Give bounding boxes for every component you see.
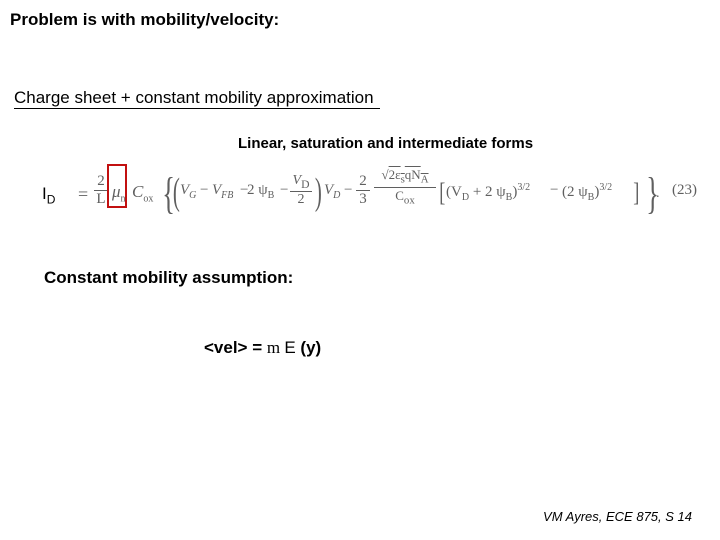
footer-credit: VM Ayres, ECE 875, S 14 — [543, 509, 692, 524]
e-field-symbol: E — [284, 338, 295, 357]
right-paren: ) — [315, 170, 322, 214]
psi-sub: B — [268, 190, 275, 201]
vd1-sym: V — [324, 182, 333, 198]
minus-5: − — [550, 182, 558, 199]
frac4-num: √2εsqNA — [374, 168, 436, 186]
v-g: VG — [180, 182, 196, 201]
frac1-den: L — [94, 192, 108, 207]
cox-sub: ox — [143, 193, 153, 204]
trailing-dot: . — [656, 186, 660, 202]
minus-4: − — [344, 182, 352, 199]
left-paren: ( — [173, 170, 180, 214]
equation-block: ID = 2 L μn Cox { ( VG − VFB − 2 ψB − VD… — [34, 162, 704, 226]
frac3-den: 3 — [356, 192, 370, 207]
id-d: D — [47, 192, 56, 206]
frac2-den: 2 — [290, 193, 312, 207]
subtitle-text: Charge sheet + constant mobility approxi… — [14, 88, 374, 108]
term-vd-2psib-32: (VD + 2 ψB)3/2 — [446, 182, 530, 203]
p1-exp: 3/2 — [517, 182, 530, 193]
subtitle-underline — [14, 108, 380, 109]
forms-caption: Linear, saturation and intermediate form… — [238, 135, 533, 152]
frac1-num: 2 — [94, 174, 108, 189]
slide: Problem is with mobility/velocity: Charg… — [0, 0, 720, 540]
vfb-sym: V — [212, 182, 221, 198]
assumption-heading: Constant mobility assumption: — [44, 268, 293, 288]
frac2-num: VD — [290, 174, 312, 190]
term-2psib-32: (2 ψB)3/2 — [562, 182, 612, 203]
frac4-bar — [374, 187, 436, 188]
vd1-sub: D — [333, 190, 340, 201]
v-d-outer: VD — [324, 182, 340, 201]
frac-2-over-L: 2 L — [94, 174, 108, 207]
c-ox: Cox — [132, 182, 153, 204]
vg-sub: G — [189, 190, 196, 201]
equation-23: = 2 L μn Cox { ( VG − VFB − 2 ψB − VD 2 … — [72, 162, 702, 226]
vd-sub: D — [301, 178, 309, 191]
frac4-den: Cox — [374, 189, 436, 206]
drain-current-symbol: ID — [42, 184, 55, 206]
two-psi-b-1: 2 ψB — [247, 182, 274, 201]
frac3-num: 2 — [356, 174, 370, 189]
frac-sqrt-over-cox: √2εsqNA Cox — [374, 168, 436, 207]
vd-sym: V — [293, 173, 302, 188]
minus-3: − — [280, 182, 288, 199]
two-psi: 2 ψ — [247, 182, 268, 198]
p2-exp: 3/2 — [599, 182, 612, 193]
cox-sym: C — [132, 182, 143, 201]
frac-vd-over-2: VD 2 — [290, 174, 312, 207]
vel-arg: (y) — [296, 338, 322, 357]
vel-lhs: <vel> = — [204, 338, 267, 357]
mu-symbol: m — [267, 338, 284, 357]
vfb-sub: FB — [221, 190, 233, 201]
left-bracket: [ — [439, 178, 445, 208]
red-highlight-box — [107, 164, 127, 208]
slide-title: Problem is with mobility/velocity: — [10, 10, 279, 30]
vg-sym: V — [180, 182, 189, 198]
minus-1: − — [200, 182, 208, 199]
right-bracket: ] — [633, 178, 639, 208]
velocity-equation: <vel> = m E (y) — [204, 338, 321, 358]
equation-number: (23) — [672, 182, 697, 199]
frac-2-over-3: 2 3 — [356, 174, 370, 207]
v-fb: VFB — [212, 182, 233, 201]
eq-sign: = — [78, 184, 88, 205]
